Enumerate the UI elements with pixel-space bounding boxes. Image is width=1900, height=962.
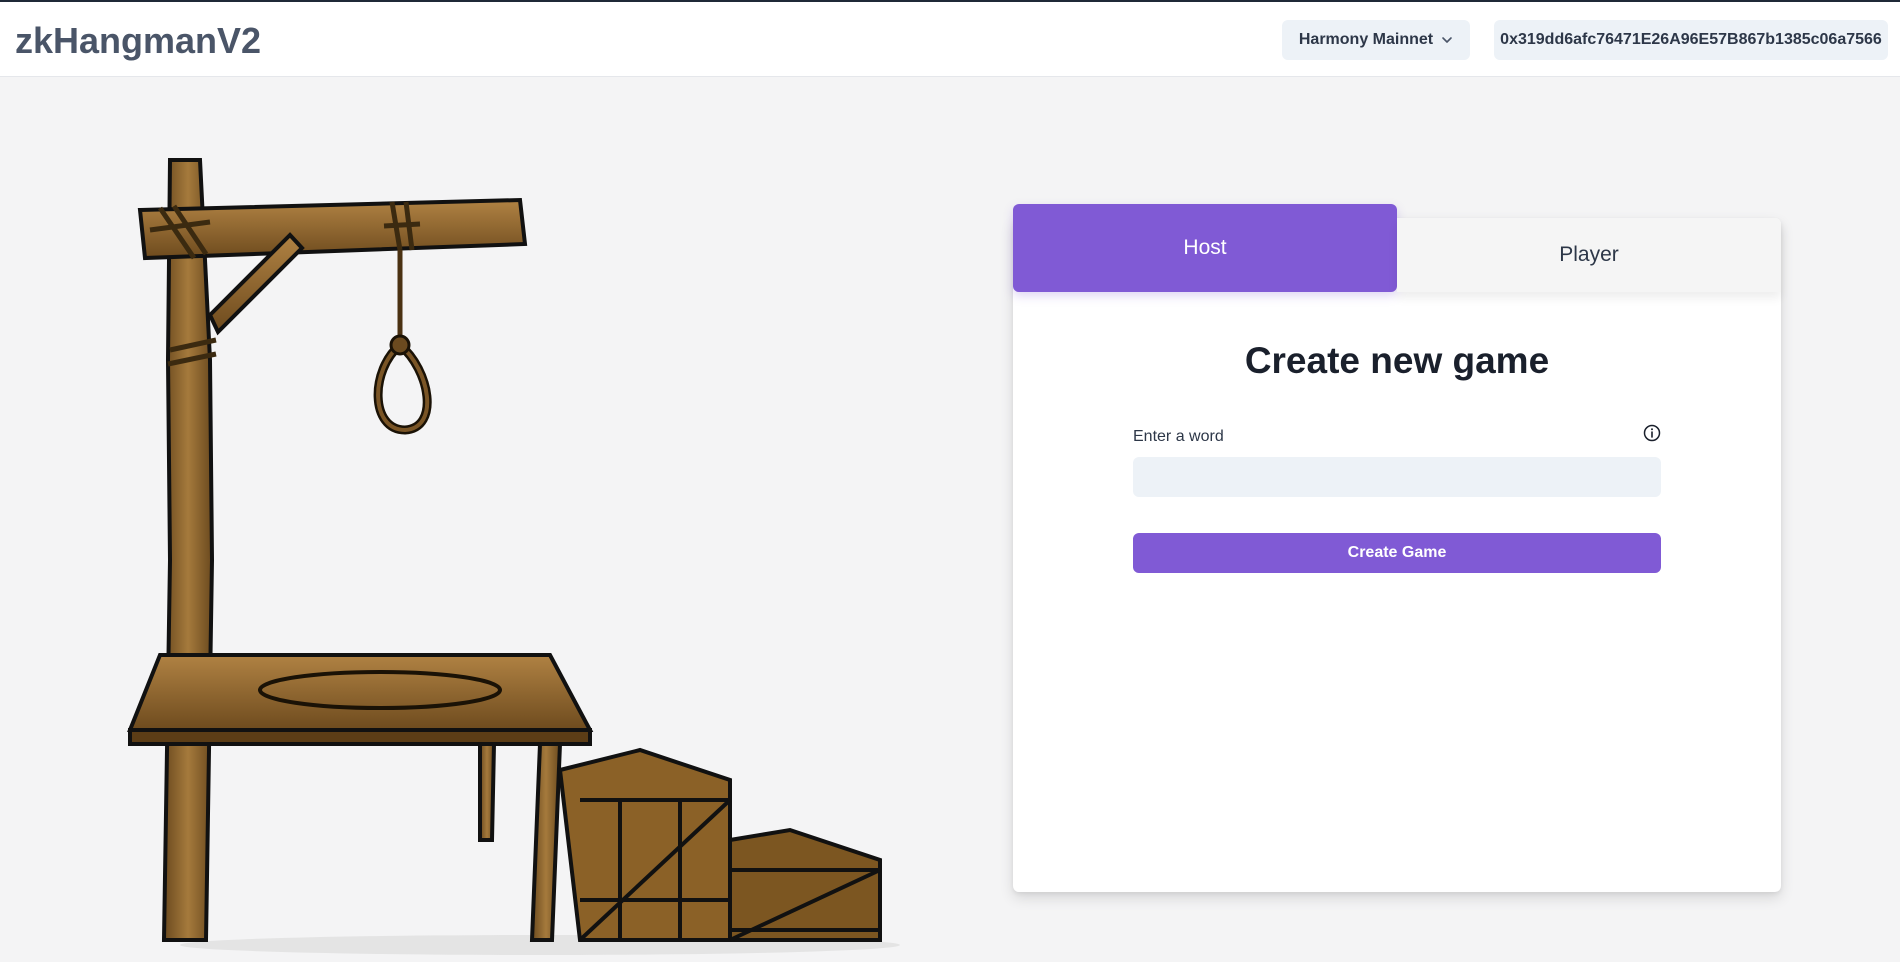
info-icon[interactable] bbox=[1643, 424, 1661, 442]
chevron-down-icon bbox=[1442, 37, 1452, 43]
word-field-label: Enter a word bbox=[1133, 428, 1224, 445]
network-selector-button[interactable]: Harmony Mainnet bbox=[1282, 20, 1470, 60]
gallows-illustration bbox=[127, 158, 900, 955]
tab-host[interactable]: Host bbox=[1013, 204, 1397, 292]
top-navbar: zkHangmanV2 Harmony Mainnet 0x319dd6afc7… bbox=[0, 2, 1900, 77]
word-input[interactable] bbox=[1133, 457, 1661, 497]
wallet-address-button[interactable]: 0x319dd6afc76471E26A96E57B867b1385c06a75… bbox=[1494, 20, 1888, 60]
app-title[interactable]: zkHangmanV2 bbox=[15, 20, 261, 62]
form-title: Create new game bbox=[1244, 340, 1550, 381]
create-game-button[interactable]: Create Game bbox=[1133, 533, 1661, 573]
tab-player[interactable]: Player bbox=[1397, 218, 1781, 292]
role-tabs: Host Player bbox=[1013, 204, 1781, 292]
network-label: Harmony Mainnet bbox=[1298, 31, 1434, 48]
